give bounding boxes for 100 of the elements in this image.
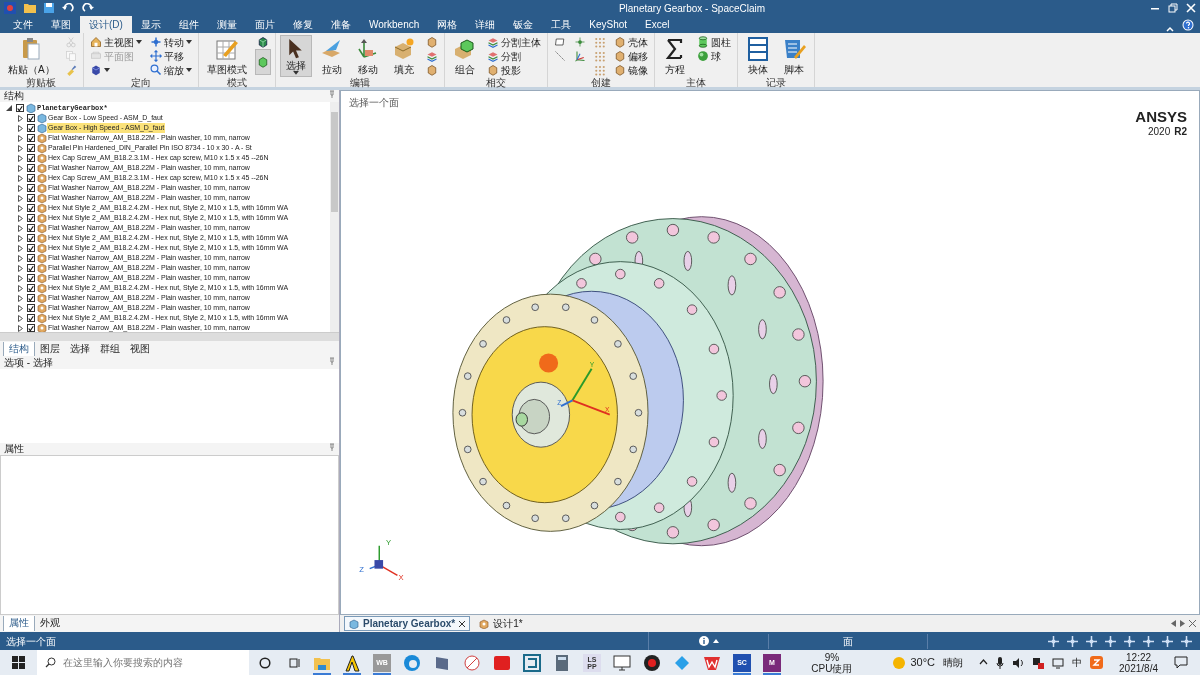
menu-tab[interactable]: 钣金 <box>504 16 543 33</box>
caret-icon[interactable] <box>712 638 719 644</box>
ribbon-button[interactable]: 球 <box>694 49 733 63</box>
checkbox[interactable] <box>27 294 35 302</box>
info-icon[interactable] <box>698 636 709 646</box>
checkbox[interactable] <box>27 204 35 212</box>
checkbox[interactable] <box>27 154 35 162</box>
close-icon[interactable] <box>1189 620 1196 627</box>
caret-icon[interactable] <box>185 68 192 72</box>
menu-tab[interactable]: 网格 <box>428 16 467 33</box>
temperature[interactable]: 30°C <box>910 654 936 671</box>
checkbox[interactable] <box>27 174 35 182</box>
expand-arrow-icon[interactable] <box>18 214 23 222</box>
expand-arrow-icon[interactable] <box>18 304 23 312</box>
ribbon-button[interactable]: 转动 <box>147 35 194 49</box>
scroll-left-icon[interactable] <box>1171 620 1176 627</box>
ribbon-button[interactable]: 主视图 <box>87 35 144 49</box>
expand-arrow-icon[interactable] <box>18 114 23 122</box>
caret-icon[interactable] <box>292 71 299 75</box>
checkbox[interactable] <box>27 234 35 242</box>
caret-icon[interactable] <box>979 658 989 667</box>
checkbox[interactable] <box>27 144 35 152</box>
caret-icon[interactable] <box>103 68 110 72</box>
menu-tab[interactable]: KeyShot <box>580 16 637 33</box>
ribbon-button[interactable]: 草图模式 <box>202 35 251 77</box>
checkbox[interactable] <box>16 104 24 112</box>
ribbon-button[interactable]: 缩放 <box>147 63 194 77</box>
checkbox[interactable] <box>27 134 35 142</box>
checkbox[interactable] <box>27 304 35 312</box>
panel-tab[interactable]: 视图 <box>125 342 155 356</box>
checkbox[interactable] <box>27 224 35 232</box>
expand-arrow-icon[interactable] <box>18 284 23 292</box>
menu-tab[interactable]: 显示 <box>131 16 170 33</box>
expand-arrow-icon[interactable] <box>18 254 23 262</box>
expand-arrow-icon[interactable] <box>18 204 23 212</box>
cortana-circle-icon[interactable] <box>259 656 271 669</box>
undo-icon[interactable] <box>62 3 74 13</box>
ribbon-button[interactable]: 分割主体 <box>484 35 543 49</box>
checkbox[interactable] <box>27 314 35 322</box>
expand-arrow-icon[interactable] <box>18 124 23 132</box>
checkbox[interactable] <box>27 164 35 172</box>
ribbon-button[interactable]: 拉动 <box>315 35 348 77</box>
panel-tab[interactable]: 选择 <box>65 342 95 356</box>
ribbon-button[interactable]: 填充 <box>387 35 420 77</box>
checkbox[interactable] <box>27 244 35 252</box>
checkbox[interactable] <box>27 124 35 132</box>
expand-arrow-icon[interactable] <box>18 324 23 332</box>
ribbon-button[interactable]: 粘贴（A） <box>4 35 59 77</box>
redo-icon[interactable] <box>82 3 94 13</box>
expand-arrow-icon[interactable] <box>18 144 23 152</box>
ribbon-button[interactable]: 组合 <box>448 35 481 77</box>
caret-icon[interactable] <box>185 40 192 44</box>
checkbox[interactable] <box>27 194 35 202</box>
ribbon-button[interactable]: 脚本 <box>777 35 810 77</box>
ribbon-button[interactable]: 移动 <box>351 35 384 77</box>
checkbox[interactable] <box>27 214 35 222</box>
task-view-icon[interactable] <box>289 656 301 669</box>
search-field[interactable]: 在这里输入你要搜索的内容 <box>37 650 249 675</box>
expand-arrow-icon[interactable] <box>18 294 23 302</box>
folder-icon[interactable] <box>24 3 36 13</box>
expand-arrow-icon[interactable] <box>18 264 23 272</box>
ribbon-button[interactable]: 平移 <box>147 49 194 63</box>
menu-tab[interactable]: Workbench <box>359 16 429 33</box>
panel-tab[interactable]: 属性 <box>3 616 35 631</box>
expand-arrow-icon[interactable] <box>18 234 23 242</box>
menu-tab[interactable]: 详细 <box>466 16 505 33</box>
windows-start-icon[interactable] <box>12 656 25 669</box>
pan-icon[interactable] <box>1143 635 1154 647</box>
input-method-indicator[interactable]: 中 <box>1072 655 1083 670</box>
menu-tab[interactable]: 组件 <box>169 16 208 33</box>
collapse-ribbon-icon[interactable] <box>1166 25 1174 33</box>
clock-time[interactable]: 12:22 <box>1126 651 1152 663</box>
menu-tab[interactable]: 准备 <box>321 16 360 33</box>
document-tab[interactable]: Planetary Gearbox* <box>344 616 471 631</box>
scroll-right-icon[interactable] <box>1180 620 1185 627</box>
gearbox-model-drawing[interactable] <box>452 216 824 547</box>
menu-tab[interactable]: 修复 <box>283 16 322 33</box>
menu-tab[interactable]: Excel <box>636 16 679 33</box>
expand-arrow-icon[interactable] <box>18 174 23 182</box>
ribbon-button[interactable]: 块体 <box>741 35 774 77</box>
expand-arrow-icon[interactable] <box>18 314 23 322</box>
help-icon[interactable] <box>1182 19 1194 31</box>
checkbox[interactable] <box>27 184 35 192</box>
checkbox[interactable] <box>27 274 35 282</box>
vertical-scrollbar[interactable] <box>330 102 339 332</box>
expand-arrow-icon[interactable] <box>18 164 23 172</box>
panel-tab[interactable]: 结构 <box>3 342 35 356</box>
speaker-icon[interactable] <box>1012 656 1025 669</box>
ribbon-button[interactable]: 投影 <box>484 63 543 77</box>
microphone-icon[interactable] <box>996 656 1005 669</box>
tray-app-icon[interactable] <box>1032 656 1045 669</box>
expand-arrow-icon[interactable] <box>18 184 23 192</box>
save-icon[interactable] <box>44 3 54 13</box>
menu-tab[interactable]: 测量 <box>207 16 246 33</box>
ribbon-button[interactable]: 壳体 <box>611 35 650 49</box>
checkbox[interactable] <box>27 254 35 262</box>
menu-tab[interactable]: 草图 <box>42 16 80 33</box>
ribbon-button[interactable]: 选择 <box>279 35 312 77</box>
expand-arrow-icon[interactable] <box>18 154 23 162</box>
expand-arrow-icon[interactable] <box>18 274 23 282</box>
